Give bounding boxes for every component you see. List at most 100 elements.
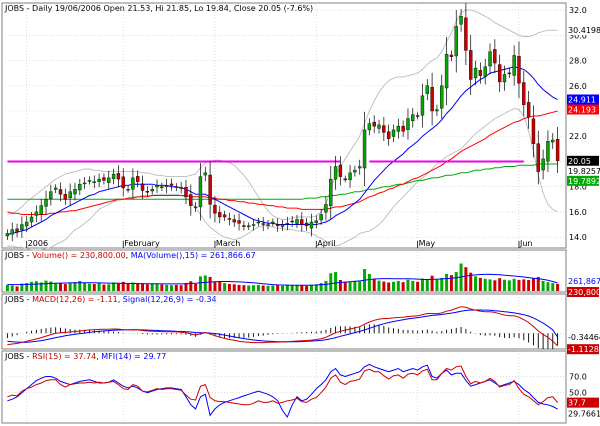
volume-bar [353,281,357,291]
volume-bar [358,281,362,291]
price-tick-label: 14.0 [569,233,587,242]
candle-body [227,218,232,220]
volume-bar [488,279,492,291]
candle-body [164,185,169,187]
candle-body [126,189,130,191]
chart-root: JOBS - Daily 19/06/2006 Open 21.53, Hi 2… [0,0,600,426]
volume-bar [276,285,280,291]
candle-body [329,178,333,207]
candle-body [198,176,203,208]
candle-body [63,194,68,200]
candle-body [430,87,434,112]
candle-body [401,125,405,132]
volume-bar [493,280,497,291]
macd-value-label: -1.11287 [567,344,600,355]
candle-body [454,26,458,57]
volume-ma-legend-value: 261,866.67 [210,251,256,260]
volume-bar [382,281,386,291]
candle-body [92,181,96,183]
candle-body [179,187,183,189]
x-tick-label: March [216,239,240,248]
candle-body [358,166,362,169]
price-tick-label: 22.0 [569,132,587,141]
macd-legend-prefix: JOBS - [4,295,32,304]
volume-bar [194,283,198,291]
volume-bar [527,280,531,291]
volume-bar [546,282,550,291]
candle-body [97,178,101,182]
volume-bar [203,275,207,291]
candle-body [78,183,82,191]
candle-body [473,67,478,79]
volume-bar [218,281,222,291]
mfi-legend-value: 29.77 [143,352,166,361]
volume-bar [165,284,169,291]
volume-bar [189,281,193,291]
candle-body [324,204,328,213]
volume-bar [30,281,34,291]
price-value-label: 24.193 [567,104,599,115]
volume-bar [116,283,120,291]
volume-bar [449,275,453,291]
price-value-label: 19.7892 [567,175,600,186]
candle-body [343,178,347,181]
volume-bar [454,272,458,291]
candle-body [536,143,540,172]
price-value-label-text: 19.8257 [568,167,600,176]
rsi-legend: JOBS - RSI(15) = 37.74, MFI(14) = 29.77 [4,352,166,361]
volume-bar [15,286,19,291]
price-tick-label: 32.0 [569,6,587,15]
macd-legend: JOBS - MACD(12,26) = -1.11, Signal(12,26… [4,295,217,304]
candle-body [189,194,193,206]
candle-body [82,182,87,185]
candle-body [319,214,323,221]
candle-body [478,70,483,76]
volume-bar [208,276,212,291]
volume-bar [155,283,159,291]
candle-body [367,123,372,131]
candle-body [522,82,526,105]
volume-bar [213,281,217,291]
candle-body [20,224,24,231]
candle-body [261,223,265,225]
volume-bar [507,280,511,291]
candle-body [295,219,299,224]
macd-legend-name: MACD(12,26) [32,295,85,304]
candle-body [415,115,420,117]
price-value-label-text: 30.4198 [568,26,600,35]
candle-body [121,176,125,189]
candle-body [526,102,531,118]
volume-bar [281,285,284,291]
svg-text:JOBS - MACD(12,26) = -1.11, Si: JOBS - MACD(12,26) = -1.11, Signal(12,26… [4,295,217,304]
price-tick-label: 16.0 [569,208,587,217]
candle-body [107,177,111,183]
candle-body [449,54,454,57]
candle-body [25,221,29,227]
volume-bar [285,285,289,291]
volume-bar [247,285,251,291]
candle-body [266,224,270,226]
candle-body [242,225,246,227]
candle-body [469,50,473,80]
volume-bar [498,278,502,291]
volume-bar [237,284,241,291]
candle-body [483,66,487,77]
candle-body [497,64,502,83]
candle-body [116,173,121,180]
volume-bar [198,276,202,291]
volume-value-label-text: 261,867 [568,277,600,286]
candle-body [391,129,396,137]
candle-body [10,229,14,235]
volume-bar [445,273,449,291]
candle-body [285,223,290,225]
candle-body [309,221,314,229]
volume-legend-prefix: JOBS - [4,251,32,260]
volume-ma-legend-name: MA(Volume(),15) [131,251,198,260]
volume-bar [551,283,555,291]
candle-body [53,187,58,190]
chart-title: JOBS - Daily 19/06/2006 Open 21.53, Hi 2… [4,4,313,13]
x-tick-label: May [419,239,436,248]
candle-body [493,49,497,64]
candle-body [44,199,48,207]
candle-body [396,125,401,132]
